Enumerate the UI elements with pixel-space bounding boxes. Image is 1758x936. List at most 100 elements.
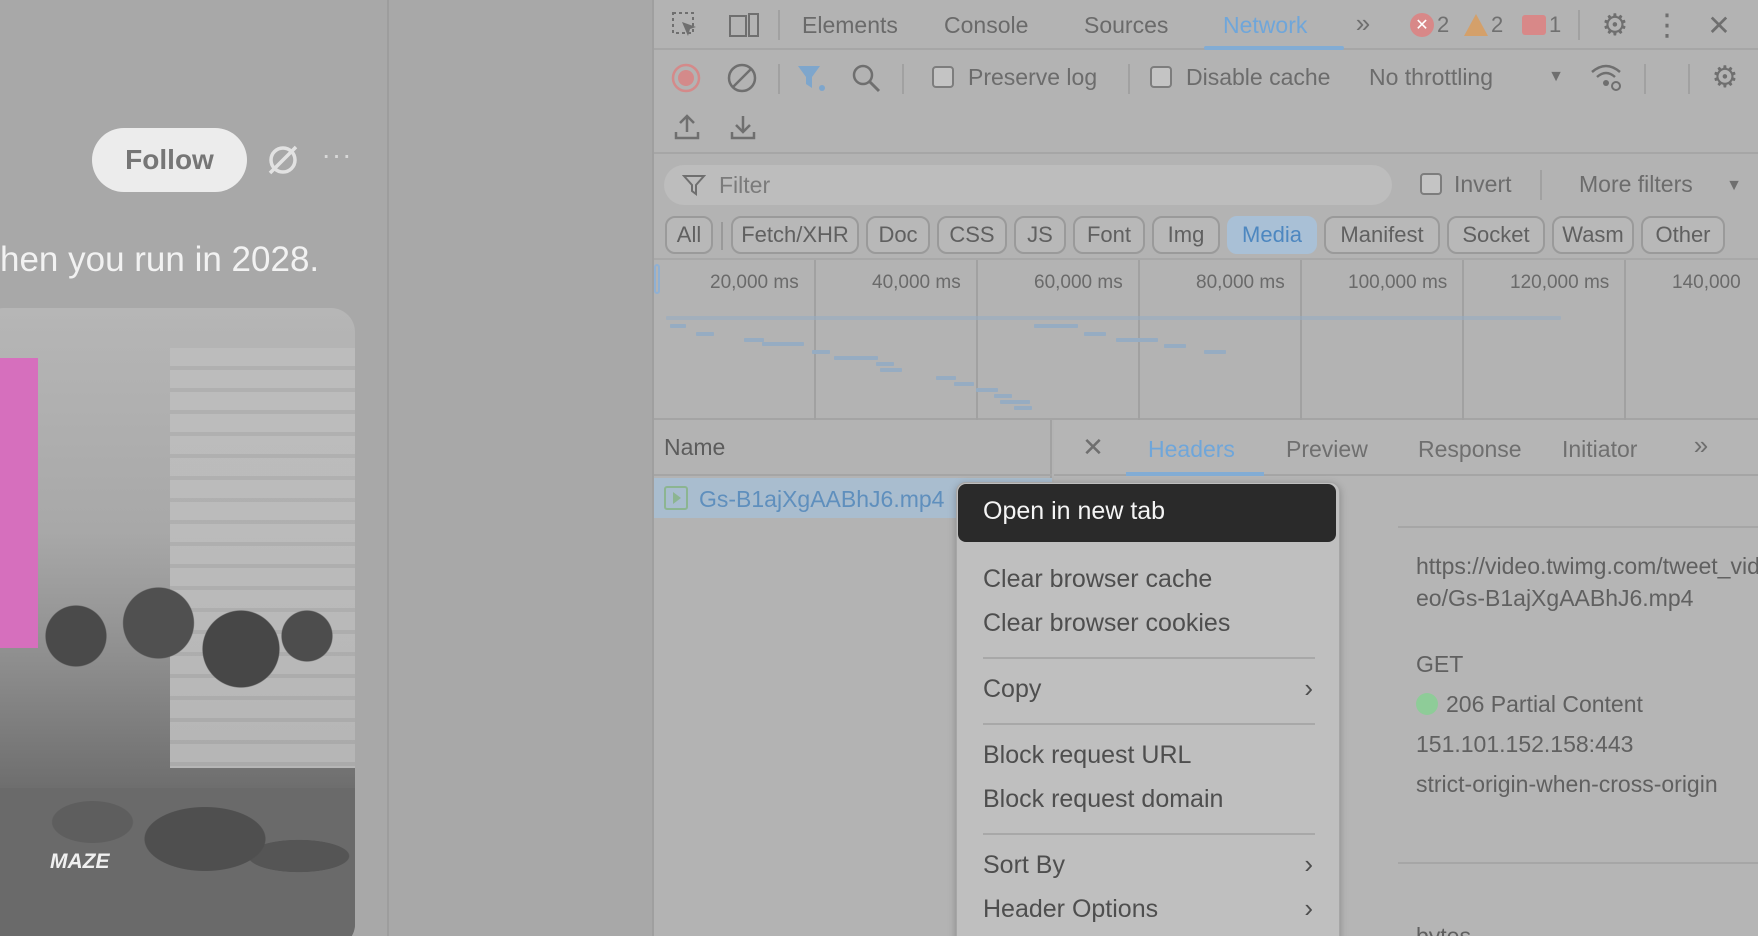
- chip-other[interactable]: Other: [1641, 216, 1725, 254]
- menu-item-block-request-domain[interactable]: Block request domain: [983, 785, 1223, 814]
- tab-elements[interactable]: Elements: [802, 12, 898, 39]
- chip-fetch-xhr[interactable]: Fetch/XHR: [731, 216, 859, 254]
- issues-count: 1: [1549, 12, 1561, 38]
- record-stop-icon[interactable]: [670, 62, 702, 94]
- more-filters-dropdown[interactable]: More filters: [1579, 171, 1693, 198]
- more-tabs-icon[interactable]: »: [1348, 8, 1378, 38]
- network-conditions-icon[interactable]: [1588, 60, 1624, 94]
- tab-console[interactable]: Console: [944, 12, 1028, 39]
- timeline-tick: 140,000: [1672, 272, 1741, 294]
- close-devtools-icon[interactable]: ✕: [1704, 8, 1734, 42]
- warnings-count: 2: [1491, 12, 1503, 38]
- chip-all[interactable]: All: [665, 216, 713, 254]
- waterfall-bar: [670, 324, 686, 328]
- menu-separator: [983, 833, 1315, 835]
- waterfall-bar: [954, 382, 974, 386]
- chevron-down-icon[interactable]: ▼: [1546, 66, 1566, 88]
- filter-funnel-icon[interactable]: [794, 62, 828, 94]
- filter-row: Invert More filters ▼: [654, 156, 1758, 212]
- name-column-header[interactable]: Name: [654, 420, 1052, 476]
- separator: [1128, 64, 1130, 94]
- chip-media[interactable]: Media: [1227, 216, 1317, 254]
- more-tabs-icon[interactable]: »: [1686, 428, 1716, 462]
- menu-item-block-request-url[interactable]: Block request URL: [983, 741, 1191, 770]
- chevron-right-icon: ›: [1304, 673, 1313, 704]
- invert-checkbox[interactable]: [1420, 173, 1442, 195]
- more-options-icon[interactable]: ···: [321, 145, 353, 175]
- waterfall-bar: [1116, 338, 1158, 342]
- chip-font[interactable]: Font: [1073, 216, 1145, 254]
- throttling-select[interactable]: No throttling: [1369, 64, 1493, 91]
- separator: [1578, 10, 1580, 40]
- preserve-log-checkbox[interactable]: [932, 66, 954, 88]
- issues-counter[interactable]: 1: [1522, 12, 1561, 38]
- separator: [721, 222, 723, 250]
- gridline: [1624, 260, 1626, 420]
- grok-icon[interactable]: [265, 142, 301, 178]
- media-file-icon: [664, 486, 688, 510]
- chip-js[interactable]: JS: [1014, 216, 1066, 254]
- menu-item-open-in-new-tab[interactable]: Open in new tab: [958, 484, 1336, 542]
- tab-initiator[interactable]: Initiator: [1562, 436, 1637, 463]
- menu-item-header-options[interactable]: Header Options: [983, 895, 1158, 924]
- warnings-counter[interactable]: 2: [1464, 12, 1503, 38]
- network-overview-timeline[interactable]: 20,000 ms 40,000 ms 60,000 ms 80,000 ms …: [654, 258, 1758, 420]
- waterfall-bar: [876, 362, 894, 366]
- network-settings-gear-icon[interactable]: ⚙: [1708, 60, 1742, 94]
- chip-socket[interactable]: Socket: [1447, 216, 1545, 254]
- timeline-tick: 120,000 ms: [1510, 272, 1609, 294]
- tweet-video[interactable]: MAZE: [0, 308, 355, 936]
- timeline-selection-handle[interactable]: [654, 264, 660, 294]
- gridline: [1462, 260, 1464, 420]
- close-details-icon[interactable]: ✕: [1078, 432, 1108, 462]
- request-name: Gs-B1ajXgAABhJ6.mp4: [699, 486, 944, 513]
- separator: [1688, 64, 1690, 94]
- tweet-text: hen you run in 2028.: [0, 240, 387, 280]
- menu-item-copy[interactable]: Copy: [983, 675, 1041, 704]
- column-divider: [387, 0, 389, 936]
- menu-item-sort-by[interactable]: Sort By: [983, 851, 1065, 880]
- filter-input[interactable]: [664, 165, 1392, 205]
- tab-response[interactable]: Response: [1418, 436, 1522, 463]
- tab-network[interactable]: Network: [1223, 12, 1307, 39]
- waterfall-bar: [1034, 324, 1078, 328]
- chip-doc[interactable]: Doc: [866, 216, 930, 254]
- import-har-icon[interactable]: [672, 112, 702, 142]
- customize-menu-icon[interactable]: ⋮: [1654, 8, 1680, 42]
- section-divider: [1398, 862, 1758, 864]
- clear-log-icon[interactable]: [726, 62, 758, 94]
- request-method-value: GET: [1416, 648, 1758, 680]
- tab-headers[interactable]: Headers: [1148, 436, 1235, 463]
- disable-cache-checkbox[interactable]: [1150, 66, 1172, 88]
- menu-separator: [983, 723, 1315, 725]
- network-toolbar: Preserve log Disable cache No throttling…: [654, 52, 1758, 104]
- chevron-down-icon[interactable]: ▼: [1724, 176, 1744, 196]
- waterfall-bar: [744, 338, 764, 342]
- chip-css[interactable]: CSS: [937, 216, 1007, 254]
- device-toolbar-icon[interactable]: [728, 10, 760, 40]
- chip-wasm[interactable]: Wasm: [1552, 216, 1634, 254]
- gridline: [814, 260, 816, 420]
- settings-gear-icon[interactable]: ⚙: [1598, 8, 1632, 42]
- waterfall-bar: [834, 356, 878, 360]
- disable-cache-label: Disable cache: [1186, 64, 1330, 91]
- chevron-right-icon: ›: [1304, 893, 1313, 924]
- timeline-tick: 60,000 ms: [1034, 272, 1123, 294]
- separator: [778, 64, 780, 94]
- tab-preview[interactable]: Preview: [1286, 436, 1368, 463]
- waterfall-bar: [666, 316, 1561, 320]
- errors-counter[interactable]: ✕2: [1410, 12, 1449, 38]
- follow-button[interactable]: Follow: [92, 128, 247, 192]
- status-ok-dot: [1416, 693, 1438, 715]
- search-icon[interactable]: [850, 62, 882, 94]
- export-har-icon[interactable]: [728, 112, 758, 142]
- menu-item-clear-browser-cache[interactable]: Clear browser cache: [983, 565, 1212, 594]
- tab-sources[interactable]: Sources: [1084, 12, 1168, 39]
- inspect-element-icon[interactable]: [670, 10, 700, 40]
- chip-img[interactable]: Img: [1152, 216, 1220, 254]
- menu-item-clear-browser-cookies[interactable]: Clear browser cookies: [983, 609, 1230, 638]
- gridline: [1300, 260, 1302, 420]
- chip-manifest[interactable]: Manifest: [1324, 216, 1440, 254]
- separator: [778, 10, 780, 40]
- waterfall-bar: [880, 368, 902, 372]
